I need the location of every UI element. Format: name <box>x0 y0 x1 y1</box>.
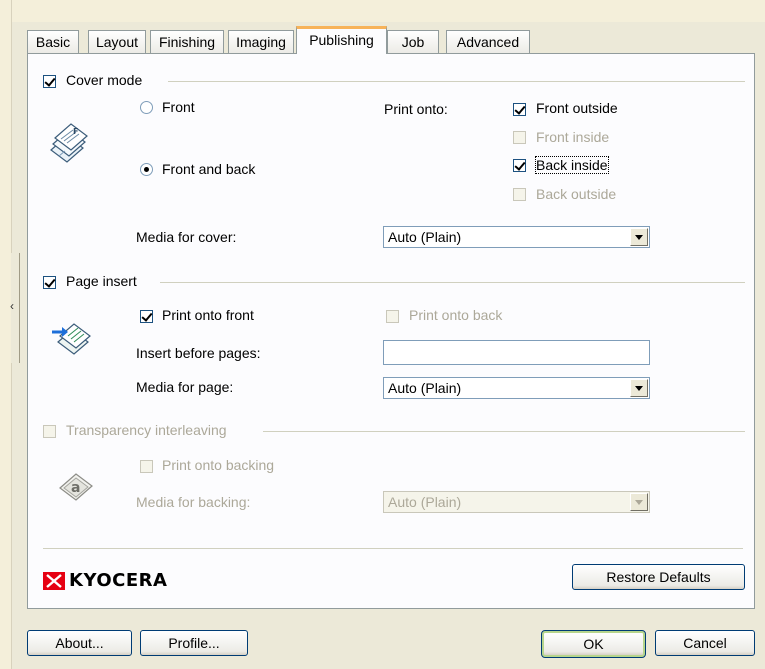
cover-mode-label: Cover mode <box>66 72 143 88</box>
svg-text:F: F <box>73 127 78 136</box>
kyocera-logo-mark-icon <box>43 572 65 590</box>
svg-text:a: a <box>71 480 80 496</box>
tab-finishing[interactable]: Finishing <box>150 30 224 53</box>
profile-button[interactable]: Profile... <box>140 630 248 656</box>
media-for-cover-value: Auto (Plain) <box>388 229 462 245</box>
media-for-backing-value: Auto (Plain) <box>388 494 462 510</box>
transparency-divider <box>263 431 745 432</box>
tab-advanced[interactable]: Advanced <box>446 30 530 53</box>
tab-basic[interactable]: Basic <box>27 30 79 53</box>
media-for-page-select[interactable]: Auto (Plain) <box>383 377 650 399</box>
front-inside-checkbox <box>513 131 526 144</box>
chevron-left-icon: ‹ <box>10 299 14 313</box>
print-onto-back-checkbox <box>386 310 399 323</box>
transparency-interleaving-label: Transparency interleaving <box>66 422 227 438</box>
print-onto-label: Print onto: <box>384 101 448 117</box>
front-radio[interactable] <box>140 101 153 114</box>
back-inside-checkbox[interactable] <box>513 159 526 172</box>
media-for-page-value: Auto (Plain) <box>388 380 462 396</box>
media-for-cover-select[interactable]: Auto (Plain) <box>383 226 650 248</box>
tab-imaging[interactable]: Imaging <box>228 30 294 53</box>
insert-before-pages-label: Insert before pages: <box>136 345 261 361</box>
front-outside-checkbox[interactable] <box>513 103 526 116</box>
cover-mode-divider <box>168 81 745 82</box>
page-insert-label: Page insert <box>66 273 137 289</box>
insert-before-pages-input[interactable] <box>383 340 650 365</box>
transparency-interleaving-checkbox <box>43 425 56 438</box>
ok-button[interactable]: OK <box>541 630 646 658</box>
tab-panel-publishing: Cover mode F Front Front and back Print … <box>27 53 755 609</box>
print-onto-backing-checkbox <box>140 460 153 473</box>
front-and-back-radio[interactable] <box>140 163 153 176</box>
chevron-down-icon[interactable] <box>630 379 648 397</box>
chevron-down-icon <box>630 493 648 511</box>
front-inside-label: Front inside <box>536 129 610 145</box>
kyocera-logo-text: KYOCERA <box>69 570 168 591</box>
page-insert-checkbox[interactable] <box>43 276 56 289</box>
media-for-page-label: Media for page: <box>136 379 234 395</box>
back-outside-checkbox <box>513 188 526 201</box>
page-insert-icon <box>50 316 98 360</box>
window-top-frame <box>0 0 765 22</box>
tab-job[interactable]: Job <box>387 30 439 53</box>
footer-divider <box>43 548 743 549</box>
media-for-cover-label: Media for cover: <box>136 229 237 245</box>
print-onto-back-label: Print onto back <box>409 307 503 323</box>
transparency-sheet-icon: a <box>54 466 98 506</box>
front-outside-label: Front outside <box>536 100 618 116</box>
back-inside-label: Back inside <box>535 156 609 174</box>
print-onto-front-checkbox[interactable] <box>140 310 153 323</box>
front-and-back-radio-label: Front and back <box>162 161 256 177</box>
about-button[interactable]: About... <box>27 630 132 656</box>
print-onto-backing-label: Print onto backing <box>162 457 275 473</box>
kyocera-logo: KYOCERA <box>43 569 173 593</box>
media-for-backing-label: Media for backing: <box>136 494 251 510</box>
tab-layout[interactable]: Layout <box>88 30 146 53</box>
print-onto-front-label: Print onto front <box>162 307 254 323</box>
cover-pages-icon: F <box>47 120 95 168</box>
tab-publishing[interactable]: Publishing <box>296 26 387 54</box>
cancel-button[interactable]: Cancel <box>655 630 755 656</box>
cover-mode-checkbox[interactable] <box>43 75 56 88</box>
page-insert-divider <box>160 282 745 283</box>
front-radio-label: Front <box>162 99 195 115</box>
back-outside-label: Back outside <box>536 186 617 202</box>
collapse-splitter-handle[interactable]: ‹ <box>10 253 20 363</box>
restore-defaults-button[interactable]: Restore Defaults <box>572 564 745 590</box>
media-for-backing-select: Auto (Plain) <box>383 491 650 513</box>
chevron-down-icon[interactable] <box>630 228 648 246</box>
